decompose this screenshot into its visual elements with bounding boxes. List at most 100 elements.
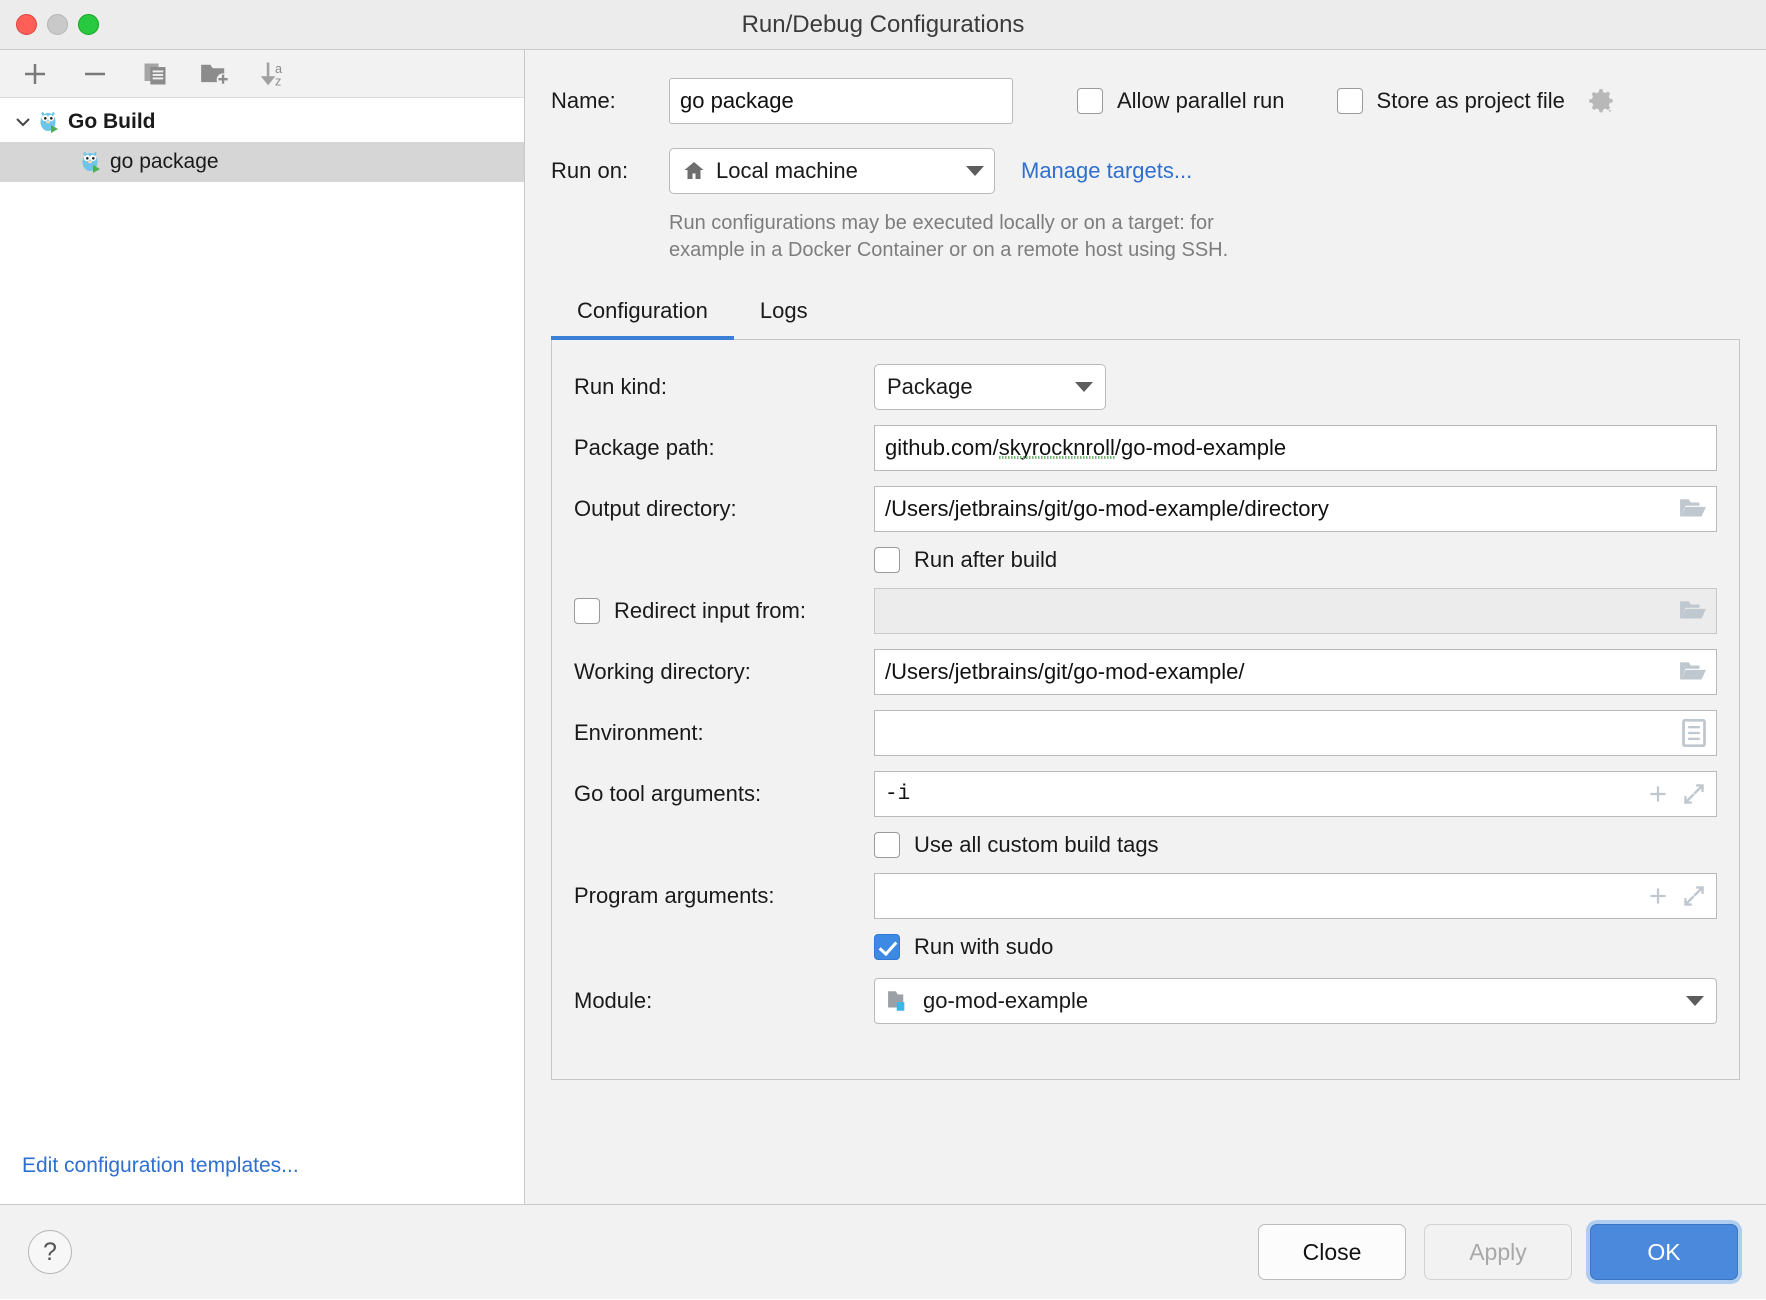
- chevron-down-icon[interactable]: [966, 166, 984, 176]
- module-value: go-mod-example: [923, 988, 1088, 1014]
- run-on-value: Local machine: [716, 158, 858, 184]
- program-arguments-row: Program arguments:: [574, 873, 1717, 919]
- run-on-dropdown[interactable]: Local machine: [669, 148, 995, 194]
- run-after-build-label: Run after build: [914, 547, 1057, 573]
- tab-logs[interactable]: Logs: [734, 290, 834, 340]
- run-with-sudo-row: Run with sudo: [874, 934, 1717, 960]
- folder-add-icon[interactable]: [196, 57, 234, 91]
- run-kind-dropdown[interactable]: Package: [874, 364, 1106, 410]
- edit-configuration-templates-link[interactable]: Edit configuration templates...: [22, 1154, 299, 1177]
- dialog-button-bar: ? Close Apply OK: [0, 1204, 1766, 1299]
- sidebar-toolbar: a z: [0, 50, 524, 98]
- expand-icon[interactable]: [1681, 883, 1707, 909]
- chevron-down-icon[interactable]: [1686, 996, 1704, 1006]
- redirect-input-row: Redirect input from:: [574, 588, 1717, 634]
- go-gopher-run-icon: [36, 109, 62, 135]
- close-window-button[interactable]: [16, 14, 37, 35]
- editor-tabs: Configuration Logs: [551, 290, 1740, 340]
- close-button[interactable]: Close: [1258, 1224, 1406, 1280]
- package-path-label: Package path:: [574, 435, 874, 461]
- name-label: Name:: [551, 88, 669, 114]
- tree-item-go-package[interactable]: go package: [0, 142, 524, 182]
- output-directory-label: Output directory:: [574, 496, 874, 522]
- plus-icon[interactable]: [1645, 883, 1671, 909]
- chevron-down-icon[interactable]: [1075, 382, 1093, 392]
- environment-row: Environment:: [574, 710, 1717, 756]
- go-tool-arguments-label: Go tool arguments:: [574, 781, 874, 807]
- run-on-hint-line1: Run configurations may be executed local…: [669, 210, 1349, 237]
- help-button[interactable]: ?: [28, 1230, 72, 1274]
- gear-icon[interactable]: [1587, 87, 1615, 115]
- name-input[interactable]: go package: [669, 78, 1013, 124]
- sidebar-footer: Edit configuration templates...: [0, 1154, 524, 1204]
- redirect-input-field[interactable]: [874, 588, 1717, 634]
- working-directory-row: Working directory: /Users/jetbrains/git/…: [574, 649, 1717, 695]
- apply-button[interactable]: Apply: [1424, 1224, 1572, 1280]
- run-after-build-row: Run after build: [874, 547, 1717, 573]
- environment-input[interactable]: [874, 710, 1717, 756]
- maximize-window-button[interactable]: [78, 14, 99, 35]
- use-all-custom-build-tags-checkbox[interactable]: Use all custom build tags: [874, 832, 1159, 858]
- run-with-sudo-label: Run with sudo: [914, 934, 1053, 960]
- copy-icon[interactable]: [136, 57, 174, 91]
- module-folder-icon: [887, 989, 913, 1013]
- run-on-label: Run on:: [551, 158, 669, 184]
- go-tool-arguments-input[interactable]: -i: [874, 771, 1717, 817]
- module-row: Module: go-mod-example: [574, 978, 1717, 1024]
- working-directory-input[interactable]: /Users/jetbrains/git/go-mod-example/: [874, 649, 1717, 695]
- run-on-hint: Run configurations may be executed local…: [669, 210, 1349, 264]
- use-all-custom-build-tags-label: Use all custom build tags: [914, 832, 1159, 858]
- store-as-project-file-label: Store as project file: [1377, 88, 1565, 114]
- allow-parallel-run-checkbox[interactable]: Allow parallel run: [1077, 88, 1285, 114]
- program-arguments-label: Program arguments:: [574, 883, 874, 909]
- add-configuration-button[interactable]: [16, 57, 54, 91]
- allow-parallel-run-label: Allow parallel run: [1117, 88, 1285, 114]
- environment-label: Environment:: [574, 720, 874, 746]
- traffic-lights: [16, 14, 99, 35]
- run-after-build-checkbox[interactable]: Run after build: [874, 547, 1057, 573]
- configurations-tree: Go Build go package: [0, 98, 524, 1154]
- dialog-actions: Close Apply OK: [1258, 1224, 1738, 1280]
- checkbox-box[interactable]: [574, 598, 600, 624]
- output-directory-row: Output directory: /Users/jetbrains/git/g…: [574, 486, 1717, 532]
- run-kind-label: Run kind:: [574, 374, 874, 400]
- module-label: Module:: [574, 988, 874, 1014]
- checkbox-box[interactable]: [1077, 88, 1103, 114]
- run-on-row: Run on: Local machine Manage targets...: [551, 148, 1740, 194]
- run-with-sudo-checkbox[interactable]: Run with sudo: [874, 934, 1053, 960]
- manage-targets-link[interactable]: Manage targets...: [1021, 158, 1192, 184]
- checkbox-box[interactable]: [874, 547, 900, 573]
- tab-configuration[interactable]: Configuration: [551, 290, 734, 340]
- checkbox-box[interactable]: [1337, 88, 1363, 114]
- plus-icon[interactable]: [1645, 781, 1671, 807]
- package-path-row: Package path: github.com/skyrocknroll/go…: [574, 425, 1717, 471]
- checkbox-box[interactable]: [874, 934, 900, 960]
- ok-button[interactable]: OK: [1590, 1224, 1738, 1280]
- chevron-down-icon[interactable]: [10, 109, 36, 135]
- tree-item-go-build[interactable]: Go Build: [0, 102, 524, 142]
- program-arguments-input[interactable]: [874, 873, 1717, 919]
- remove-configuration-button[interactable]: [76, 57, 114, 91]
- window-titlebar: Run/Debug Configurations: [0, 0, 1766, 50]
- home-icon: [682, 159, 706, 183]
- folder-browse-icon[interactable]: [1679, 599, 1707, 623]
- folder-browse-icon[interactable]: [1679, 660, 1707, 684]
- checkbox-box[interactable]: [874, 832, 900, 858]
- configuration-form-panel: Run kind: Package Package path: github.c…: [551, 340, 1740, 1080]
- package-path-input[interactable]: github.com/skyrocknroll/go-mod-example: [874, 425, 1717, 471]
- redirect-input-checkbox[interactable]: Redirect input from:: [574, 598, 874, 624]
- misspelled-word: skyrocknroll: [999, 435, 1115, 461]
- sort-az-icon[interactable]: a z: [256, 57, 294, 91]
- go-tool-arguments-row: Go tool arguments: -i: [574, 771, 1717, 817]
- folder-browse-icon[interactable]: [1679, 497, 1707, 521]
- minimize-window-button[interactable]: [47, 14, 68, 35]
- tree-item-label: Go Build: [68, 110, 156, 134]
- module-dropdown[interactable]: go-mod-example: [874, 978, 1717, 1024]
- env-list-icon[interactable]: [1681, 719, 1707, 747]
- configurations-sidebar: a z: [0, 50, 525, 1204]
- store-as-project-file-checkbox[interactable]: Store as project file: [1337, 87, 1615, 115]
- go-gopher-run-icon: [78, 149, 104, 175]
- working-directory-label: Working directory:: [574, 659, 874, 685]
- output-directory-input[interactable]: /Users/jetbrains/git/go-mod-example/dire…: [874, 486, 1717, 532]
- expand-icon[interactable]: [1681, 781, 1707, 807]
